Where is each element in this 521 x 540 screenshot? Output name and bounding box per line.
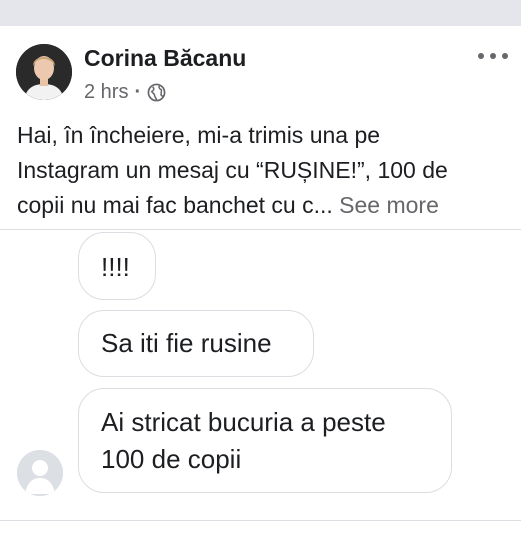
post-text-line-end: copii nu mai fac banchet cu c...	[17, 192, 333, 218]
post-text-line: copii nu mai fac banchet cu c... See mor…	[17, 188, 507, 223]
message-bubble[interactable]: !!!!	[78, 232, 156, 300]
bottom-band	[0, 527, 521, 540]
post-meta: 2 hrs ·	[84, 80, 166, 104]
message-text-line: Ai stricat bucuria a peste	[101, 407, 386, 437]
post-text-line: Hai, în încheiere, mi-a trimis una pe	[17, 122, 381, 148]
post-text: Hai, în încheiere, mi-a trimis una pe In…	[17, 118, 507, 223]
message-bubble[interactable]: Sa iti fie rusine	[78, 310, 314, 377]
message-bubble[interactable]: Ai stricat bucuria a peste 100 de copii	[78, 388, 452, 493]
post-text-line: Instagram un mesaj cu “RUȘINE!”, 100 de	[17, 157, 448, 183]
top-band	[0, 0, 521, 26]
message-text: !!!!	[101, 252, 130, 282]
bottom-divider	[0, 520, 521, 521]
see-more-link[interactable]: See more	[339, 192, 439, 218]
author-avatar[interactable]	[16, 44, 72, 100]
author-name[interactable]: Corina Băcanu	[84, 45, 246, 72]
message-text: Sa iti fie rusine	[101, 328, 272, 358]
post-timestamp[interactable]: 2 hrs	[84, 81, 128, 104]
more-options-icon[interactable]	[478, 46, 508, 66]
message-text-line: 100 de copii	[101, 444, 242, 474]
post-divider	[0, 229, 521, 230]
globe-icon[interactable]	[147, 83, 166, 102]
default-profile-icon[interactable]	[17, 450, 63, 496]
meta-separator: ·	[134, 80, 142, 103]
